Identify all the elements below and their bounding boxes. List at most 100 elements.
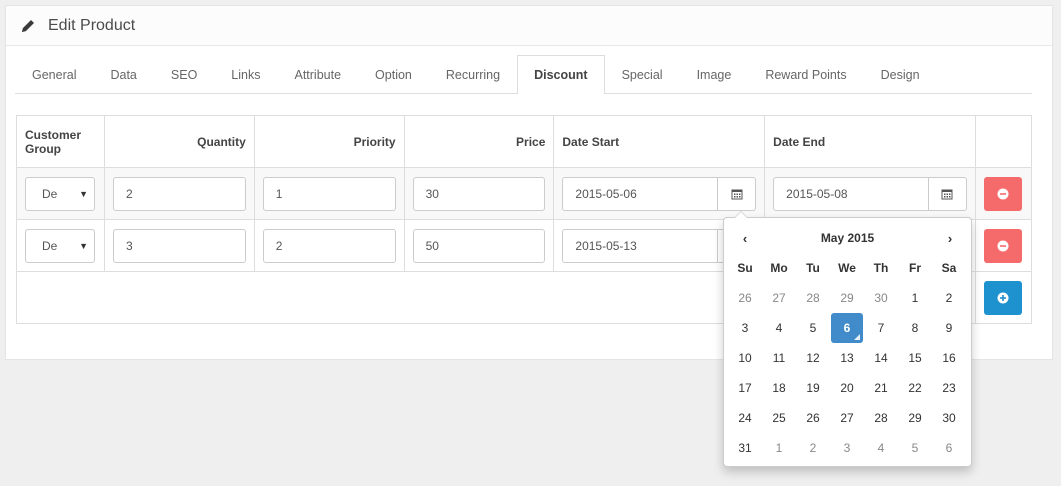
datepicker-day[interactable]: 31	[728, 433, 762, 463]
customer-group-select[interactable]: De ▼	[25, 228, 95, 263]
quantity-input[interactable]: 2	[112, 176, 246, 211]
tab-recurring[interactable]: Recurring	[429, 55, 517, 93]
datepicker-day[interactable]: 17	[728, 373, 762, 403]
datepicker-day[interactable]: 29	[898, 403, 932, 433]
tab-attribute[interactable]: Attribute	[277, 55, 358, 93]
tab-seo[interactable]: SEO	[154, 55, 214, 93]
datepicker-day[interactable]: 24	[728, 403, 762, 433]
tab-special[interactable]: Special	[605, 55, 680, 93]
datepicker-day[interactable]: 28	[864, 403, 898, 433]
weekday-label: Sa	[941, 261, 957, 275]
datepicker-day[interactable]: 11	[762, 343, 796, 373]
datepicker-day[interactable]: 9	[932, 313, 966, 343]
customer-group-value: De	[42, 238, 58, 253]
datepicker-day[interactable]: 23	[932, 373, 966, 403]
datepicker-day[interactable]: 4	[762, 313, 796, 343]
minus-circle-icon	[997, 240, 1009, 251]
datepicker-day[interactable]: 1	[762, 433, 796, 463]
datepicker-day[interactable]: 2	[932, 283, 966, 313]
datepicker-day[interactable]: 27	[830, 403, 864, 433]
date-start-input[interactable]: 2015-05-06	[562, 176, 719, 211]
tab-design[interactable]: Design	[864, 55, 937, 93]
customer-group-value: De	[42, 186, 58, 201]
datepicker-day[interactable]: 20	[830, 373, 864, 403]
priority-input[interactable]: 1	[262, 176, 396, 211]
datepicker-day[interactable]: 27	[762, 283, 796, 313]
datepicker-day[interactable]: 5	[796, 313, 830, 343]
datepicker-day[interactable]: 29	[830, 283, 864, 313]
weekday-label: Th	[873, 261, 889, 275]
table-row: De ▼ 2 1 30 2015-05-06 2015-05-08	[16, 167, 1033, 220]
header-price: Price	[403, 115, 555, 168]
header-customer-group: Customer Group	[16, 115, 105, 168]
price-input[interactable]: 30	[412, 176, 546, 211]
datepicker-prev-button[interactable]: ‹	[728, 231, 762, 246]
datepicker-month-label[interactable]: May 2015	[821, 231, 874, 245]
tab-data[interactable]: Data	[93, 55, 153, 93]
header-quantity: Quantity	[103, 115, 255, 168]
price-input[interactable]: 50	[412, 228, 546, 263]
datepicker-day[interactable]: 6	[932, 433, 966, 463]
date-end-calendar-button[interactable]	[928, 176, 967, 211]
datepicker-day[interactable]: 13	[830, 343, 864, 373]
datepicker-day[interactable]: 3	[728, 313, 762, 343]
datepicker-day[interactable]: 19	[796, 373, 830, 403]
caret-down-icon: ▼	[79, 240, 88, 251]
datepicker-day[interactable]: 30	[932, 403, 966, 433]
datepicker-day[interactable]: 8	[898, 313, 932, 343]
tab-links[interactable]: Links	[214, 55, 277, 93]
datepicker-day[interactable]: 10	[728, 343, 762, 373]
header-date-end: Date End	[764, 115, 976, 168]
panel-heading: Edit Product	[6, 6, 1052, 46]
datepicker-day[interactable]: 30	[864, 283, 898, 313]
header-priority: Priority	[253, 115, 405, 168]
plus-circle-icon	[997, 292, 1009, 303]
quantity-input[interactable]: 3	[112, 228, 246, 263]
remove-discount-button[interactable]	[984, 176, 1023, 211]
date-start-calendar-button[interactable]	[718, 176, 757, 211]
tab-general[interactable]: General	[15, 55, 93, 93]
calendar-icon	[941, 189, 953, 199]
datepicker-day[interactable]: 18	[762, 373, 796, 403]
header-date-start: Date Start	[553, 115, 766, 168]
datepicker-day[interactable]: 7	[864, 313, 898, 343]
customer-group-select[interactable]: De ▼	[25, 176, 95, 211]
datepicker-day[interactable]: 4	[864, 433, 898, 463]
tab-option[interactable]: Option	[358, 55, 429, 93]
datepicker-day[interactable]: 12	[796, 343, 830, 373]
tab-image[interactable]: Image	[680, 55, 749, 93]
add-discount-button[interactable]	[984, 280, 1023, 315]
weekday-label: Mo	[770, 261, 788, 275]
datepicker-day[interactable]: 25	[762, 403, 796, 433]
datepicker-day-selected[interactable]: 6	[831, 313, 863, 343]
header-action	[974, 115, 1033, 168]
calendar-icon	[731, 189, 743, 199]
datepicker-day[interactable]: 21	[864, 373, 898, 403]
datepicker-day[interactable]: 26	[796, 403, 830, 433]
tab-reward-points[interactable]: Reward Points	[748, 55, 863, 93]
date-end-input[interactable]: 2015-05-08	[773, 176, 929, 211]
datepicker-weekdays: Su Mo Tu We Th Fr Sa	[728, 254, 966, 282]
datepicker-next-button[interactable]: ›	[933, 231, 967, 246]
pencil-icon	[22, 19, 34, 32]
remove-discount-button[interactable]	[984, 228, 1023, 263]
datepicker-day[interactable]: 3	[830, 433, 864, 463]
datepicker-days: 26 27 28 29 30 1 2 3 4 5 6 7 8 9 10 11 12 13 14 15 16 17 18 19 2…	[728, 283, 966, 463]
datepicker-day[interactable]: 14	[864, 343, 898, 373]
datepicker-day[interactable]: 28	[796, 283, 830, 313]
datepicker-day[interactable]: 5	[898, 433, 932, 463]
caret-down-icon: ▼	[79, 188, 88, 199]
datepicker-header: ‹ May 2015 ›	[728, 226, 967, 250]
weekday-label: Fr	[909, 261, 921, 275]
date-start-input[interactable]: 2015-05-13	[562, 228, 719, 263]
datepicker-day[interactable]: 16	[932, 343, 966, 373]
datepicker-day[interactable]: 26	[728, 283, 762, 313]
datepicker-day[interactable]: 15	[898, 343, 932, 373]
weekday-label: We	[838, 261, 856, 275]
datepicker-day[interactable]: 1	[898, 283, 932, 313]
priority-input[interactable]: 2	[262, 228, 396, 263]
tab-discount[interactable]: Discount	[517, 55, 605, 94]
datepicker-day[interactable]: 2	[796, 433, 830, 463]
datepicker-popup: ‹ May 2015 › Su Mo Tu We Th Fr Sa 26 27 28 29 30 1 2…	[723, 211, 972, 467]
datepicker-day[interactable]: 22	[898, 373, 932, 403]
